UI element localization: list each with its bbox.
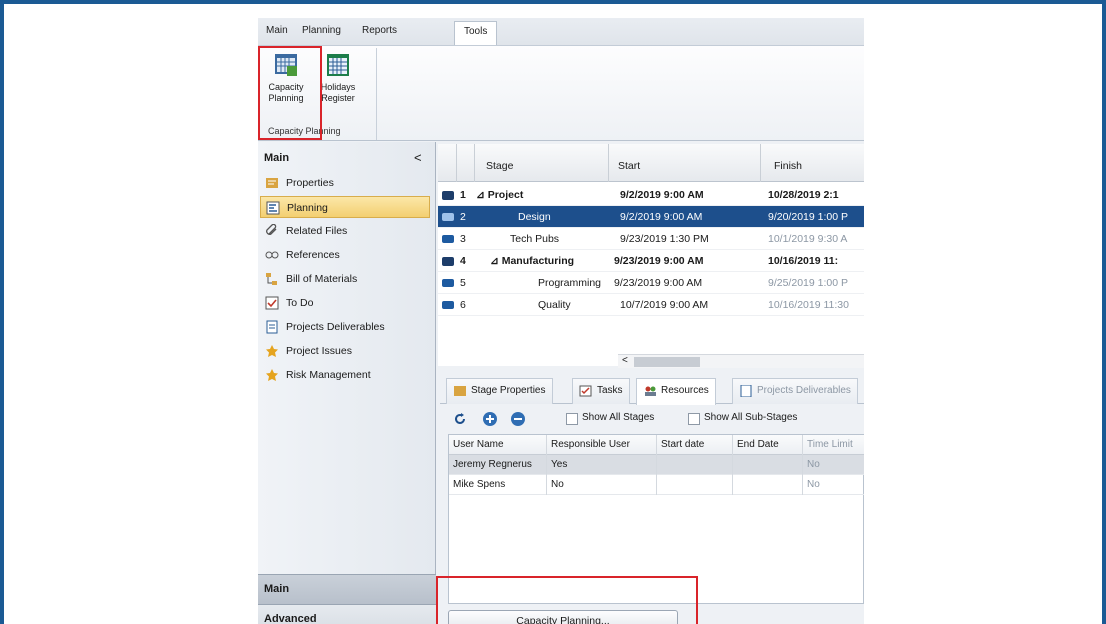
resources-toolbar: Show All Stages Show All Sub-Stages [448,408,864,432]
people-icon [645,386,656,396]
nav-label: Related Files [286,225,348,237]
col-end-date[interactable]: End Date [733,435,803,455]
paperclip-icon [266,224,277,235]
holidays-label-2: Register [321,93,355,103]
task-icon [442,213,454,221]
nav-item-projects-deliverables[interactable]: Projects Deliverables [260,316,430,338]
app-window: Main Planning Reports Tools Capacity Pla… [258,18,864,624]
nav-section-advanced[interactable]: Advanced [258,604,436,624]
nav-item-bill-of-materials[interactable]: Bill of Materials [260,268,430,290]
table-row[interactable]: Jeremy Regnerus Yes No [449,455,864,475]
col-time-limit[interactable]: Time Limit [803,435,864,455]
table-row[interactable]: Mike Spens No No [449,475,864,495]
left-nav-pane: Main < Properties Planning Related Files… [258,142,436,624]
tab-tools[interactable]: Tools [454,21,498,47]
nav-item-references[interactable]: References [260,244,430,266]
stage-row[interactable]: 3 Tech Pubs 9/23/2019 1:30 PM 10/1/2019 … [438,228,864,250]
stage-row[interactable]: 1 ⊿ Project 9/2/2019 9:00 AM 10/28/2019 … [438,184,864,206]
checkbox-icon [265,296,279,310]
col-start-date[interactable]: Start date [657,435,733,455]
nav-item-risk-management[interactable]: Risk Management [260,364,430,386]
nav-label: References [286,249,340,261]
tab-main[interactable]: Main [266,25,288,36]
milestone-icon [442,257,454,266]
holidays-register-ribbon-button[interactable]: Holidays Register [316,52,360,104]
task-icon [442,301,454,309]
nav-label: Projects Deliverables [286,321,385,333]
collapse-icon[interactable]: < [414,150,422,165]
star-icon [266,369,278,381]
col-finish[interactable]: Finish [774,160,802,172]
ribbon-button-highlight [258,46,322,140]
ribbon: Capacity Planning Holidays Register Capa… [258,45,864,141]
planning-icon [266,201,280,215]
nav-item-properties[interactable]: Properties [260,172,430,194]
nav-label: Risk Management [286,369,371,381]
stage-row[interactable]: 5 Programming 9/23/2019 9:00 AM 9/25/201… [438,272,864,294]
properties-icon [454,386,466,396]
tab-stage-properties[interactable]: Stage Properties [446,378,553,404]
nav-item-planning[interactable]: Planning [260,196,430,218]
star-icon [266,345,278,357]
resources-table-header: User Name Responsible User Start date En… [449,435,864,455]
ribbon-group-separator [376,48,377,140]
panel-tab-bar: Stage Properties Tasks Resources Project… [440,374,864,405]
show-all-sub-stages-checkbox[interactable]: Show All Sub-Stages [688,412,797,425]
col-start[interactable]: Start [618,160,640,172]
holidays-register-icon [327,54,349,76]
hierarchy-icon [266,273,277,285]
nav-label: Planning [287,202,328,214]
stage-grid: Stage Start Finish 1 ⊿ Project 9/2/2019 … [438,144,864,368]
add-icon[interactable] [482,411,498,427]
task-icon [442,235,454,243]
col-stage[interactable]: Stage [486,160,513,172]
tab-projects-deliverables[interactable]: Projects Deliverables [732,378,858,404]
stage-row[interactable]: 4 ⊿ Manufacturing 9/23/2019 9:00 AM 10/1… [438,250,864,272]
tab-reports[interactable]: Reports [362,25,397,36]
nav-label: Bill of Materials [286,273,358,285]
nav-item-project-issues[interactable]: Project Issues [260,340,430,362]
stage-row[interactable]: 6 Quality 10/7/2019 9:00 AM 10/16/2019 1… [438,294,864,316]
link-icon [265,251,279,259]
capacity-button-highlight [436,576,698,624]
tab-tasks[interactable]: Tasks [572,378,630,404]
stage-grid-header: Stage Start Finish [438,144,864,182]
holidays-label-1: Holidays [320,82,356,92]
col-responsible-user[interactable]: Responsible User [547,435,657,455]
properties-icon [266,178,278,188]
nav-label: Project Issues [286,345,352,357]
scrollbar-thumb[interactable] [634,357,700,367]
tab-resources[interactable]: Resources [636,378,716,405]
stage-row-selected[interactable]: 2 Design 9/2/2019 9:00 AM 9/20/2019 1:00… [438,206,864,228]
horizontal-scrollbar[interactable]: < [618,354,864,368]
scroll-left-icon[interactable]: < [622,355,628,366]
document-icon [266,320,278,334]
refresh-icon[interactable] [452,411,468,427]
checkbox-icon [579,385,592,397]
nav-label: Properties [286,177,334,189]
milestone-icon [442,191,454,200]
nav-section-main[interactable]: Main [258,574,436,604]
tab-planning[interactable]: Planning [302,25,341,36]
nav-item-to-do[interactable]: To Do [260,292,430,314]
document-icon [740,385,752,397]
task-icon [442,279,454,287]
show-all-stages-checkbox[interactable]: Show All Stages [566,412,654,425]
remove-icon[interactable] [510,411,526,427]
nav-label: To Do [286,297,314,309]
ribbon-tab-bar: Main Planning Reports Tools [258,18,864,47]
nav-header: Main [264,152,290,164]
nav-item-related-files[interactable]: Related Files [260,220,430,242]
col-user-name[interactable]: User Name [449,435,547,455]
